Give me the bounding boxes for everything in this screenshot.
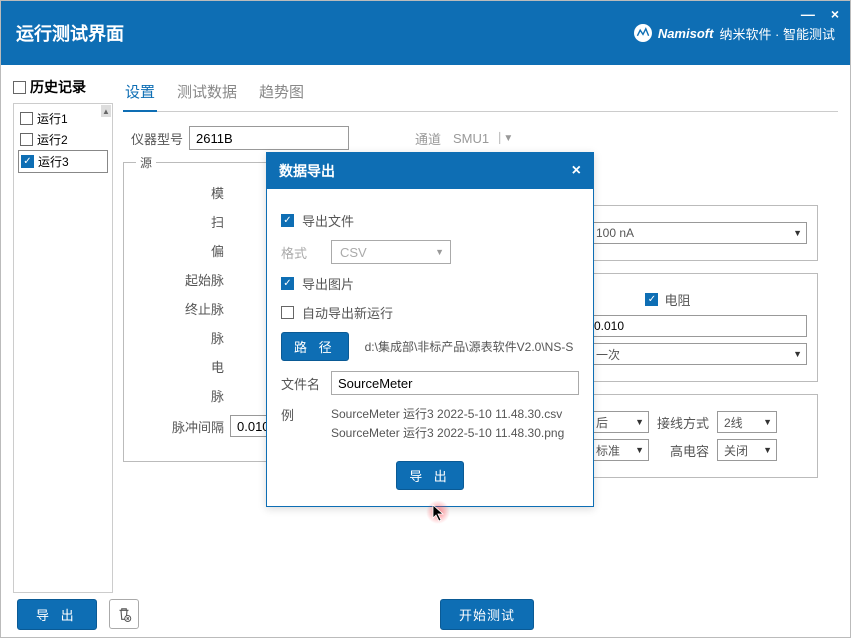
history-label: 历史记录 bbox=[30, 77, 86, 97]
output-off-select[interactable]: 标准 bbox=[589, 439, 649, 461]
example-line: SourceMeter 运行3 2022-5-10 11.48.30.csv bbox=[331, 405, 564, 424]
nplc-input[interactable] bbox=[589, 315, 807, 337]
brand-logo-icon bbox=[634, 24, 652, 42]
export-file-label: 导出文件 bbox=[302, 211, 354, 230]
wiring-label: 接线方式 bbox=[657, 413, 709, 432]
filename-label: 文件名 bbox=[281, 374, 323, 393]
path-button[interactable]: 路 径 bbox=[281, 332, 349, 361]
list-item[interactable]: 运行2 bbox=[18, 129, 108, 150]
path-value: d:\集成部\非标产品\源表软件V2.0\NS-S bbox=[365, 338, 574, 355]
sidebar: 历史记录 ▲ 运行1 运行2 运行3 bbox=[13, 77, 113, 579]
tab-trend[interactable]: 趋势图 bbox=[257, 77, 306, 111]
input-select[interactable]: 后 bbox=[589, 411, 649, 433]
range-select[interactable]: 100 nA bbox=[589, 222, 807, 244]
window-title: 运行测试界面 bbox=[16, 20, 124, 46]
trash-icon bbox=[115, 605, 133, 623]
item-checkbox[interactable] bbox=[21, 155, 34, 168]
highcap-label: 高电容 bbox=[657, 441, 709, 460]
dropdown-icon[interactable]: │▼ bbox=[497, 133, 513, 144]
tab-data[interactable]: 测试数据 bbox=[175, 77, 239, 111]
list-item[interactable]: 运行3 bbox=[18, 150, 108, 173]
tab-settings[interactable]: 设置 bbox=[123, 77, 157, 112]
highcap-select[interactable]: 关闭 bbox=[717, 439, 777, 461]
example-line: SourceMeter 运行3 2022-5-10 11.48.30.png bbox=[331, 424, 564, 443]
brand: Namisoft 纳米软件 · 智能测试 bbox=[634, 24, 835, 43]
delete-button[interactable] bbox=[109, 599, 139, 629]
item-checkbox[interactable] bbox=[20, 133, 33, 146]
format-select[interactable]: CSV bbox=[331, 240, 451, 264]
history-list: ▲ 运行1 运行2 运行3 bbox=[13, 103, 113, 593]
instrument-label: 仪器型号 bbox=[123, 129, 183, 148]
modal-close-icon[interactable]: × bbox=[572, 162, 581, 180]
history-checkbox[interactable] bbox=[13, 81, 26, 94]
export-modal: 数据导出 × 导出文件 格式 CSV 导出图片 自动导出新运行 路 径 d:\集… bbox=[266, 152, 594, 507]
auto-export-label: 自动导出新运行 bbox=[302, 303, 393, 322]
export-image-label: 导出图片 bbox=[302, 274, 354, 293]
wiring-select[interactable]: 2线 bbox=[717, 411, 777, 433]
source-legend: 源 bbox=[136, 154, 156, 171]
resistance-checkbox[interactable] bbox=[645, 293, 658, 306]
list-item[interactable]: 运行1 bbox=[18, 108, 108, 129]
scroll-up-icon[interactable]: ▲ bbox=[101, 105, 111, 117]
interval-label: 脉冲间隔 bbox=[132, 417, 230, 436]
tabs: 设置 测试数据 趋势图 bbox=[123, 77, 838, 112]
instrument-input[interactable] bbox=[189, 126, 349, 150]
modal-title: 数据导出 bbox=[279, 161, 335, 181]
filename-input[interactable] bbox=[331, 371, 579, 395]
export-file-checkbox[interactable] bbox=[281, 214, 294, 227]
format-label: 格式 bbox=[281, 243, 323, 262]
export-image-checkbox[interactable] bbox=[281, 277, 294, 290]
export-button[interactable]: 导 出 bbox=[17, 599, 97, 630]
autozero-select[interactable]: 一次 bbox=[589, 343, 807, 365]
example-label: 例 bbox=[281, 405, 323, 424]
footer: 导 出 开始测试 bbox=[1, 591, 850, 637]
titlebar: — × 运行测试界面 Namisoft 纳米软件 · 智能测试 bbox=[1, 1, 850, 65]
resistance-label: 电阻 bbox=[664, 290, 690, 309]
channel-label: 通道 bbox=[415, 129, 441, 148]
channel-value: SMU1 bbox=[453, 131, 489, 146]
modal-export-button[interactable]: 导 出 bbox=[396, 461, 464, 490]
start-test-button[interactable]: 开始测试 bbox=[440, 599, 534, 630]
auto-export-checkbox[interactable] bbox=[281, 306, 294, 319]
minimize-button[interactable]: — bbox=[801, 6, 815, 22]
item-checkbox[interactable] bbox=[20, 112, 33, 125]
close-button[interactable]: × bbox=[831, 6, 839, 22]
